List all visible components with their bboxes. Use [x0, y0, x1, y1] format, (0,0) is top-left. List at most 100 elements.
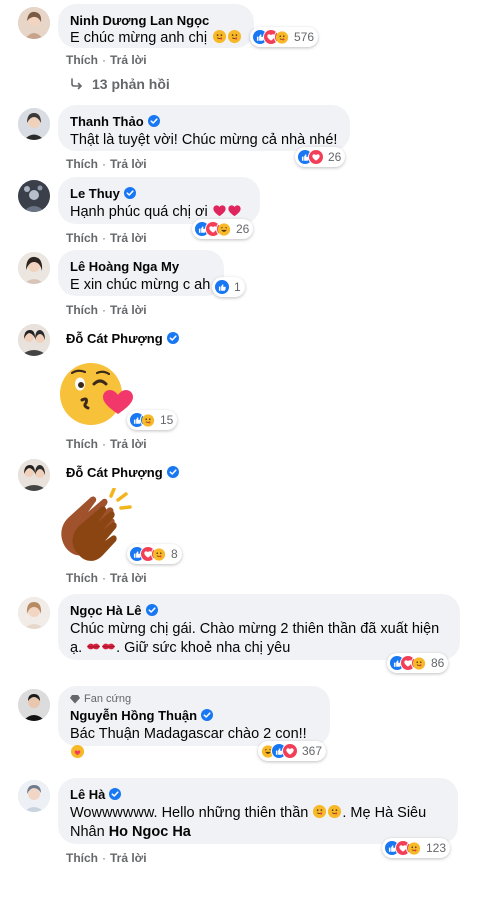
verified-badge-icon	[146, 604, 158, 616]
separator-dot: ·	[102, 851, 106, 865]
verified-badge-icon	[109, 788, 121, 800]
care-icon	[151, 546, 167, 562]
separator-dot: ·	[102, 437, 106, 451]
commenter-name[interactable]: Nguyễn Hồng Thuận	[70, 708, 197, 723]
reply-action[interactable]: Trả lời	[110, 303, 147, 317]
reaction-summary[interactable]: 26	[295, 147, 346, 167]
verified-badge-icon	[167, 332, 179, 344]
reply-action[interactable]: Trả lời	[110, 157, 147, 171]
separator-dot: ·	[102, 231, 106, 245]
comment-text: E chúc mừng anh chị	[70, 30, 208, 46]
like-action[interactable]: Thích	[66, 571, 98, 585]
reply-action[interactable]: Trả lời	[110, 437, 147, 451]
avatar[interactable]	[18, 180, 50, 212]
replies-count[interactable]: 13 phản hồi	[92, 76, 170, 92]
avatar[interactable]	[18, 597, 50, 629]
like-action[interactable]: Thích	[66, 231, 98, 245]
reaction-summary[interactable]: 367	[258, 741, 327, 761]
commenter-name[interactable]: Ninh Dương Lan Ngọc	[70, 13, 209, 28]
comment-bubble: Le Thuy Hạnh phúc quá chị ơi	[58, 177, 260, 224]
comment-text: Bác Thuận Madagascar chào 2 con!!	[70, 726, 307, 742]
verified-badge-icon	[124, 187, 136, 199]
comment-text: Nhân	[70, 824, 105, 840]
avatar[interactable]	[18, 324, 50, 356]
smiling-hearts-emoji	[327, 804, 342, 819]
comment-bubble: Lê Hoàng Nga My E xin chúc mừng c ah	[58, 250, 224, 296]
care-icon	[274, 29, 290, 45]
comment-text: E xin chúc mừng c ah	[70, 277, 211, 293]
reaction-count: 367	[302, 744, 323, 758]
separator-dot: ·	[102, 157, 106, 171]
commenter-name[interactable]: Thanh Thảo	[70, 114, 144, 129]
clapping-hands-emoji	[61, 488, 132, 561]
commenter-name[interactable]: Ngọc Hà Lê	[70, 603, 142, 618]
care-icon	[406, 840, 422, 856]
reaction-count: 15	[160, 413, 174, 427]
avatar[interactable]	[18, 689, 50, 721]
reaction-summary[interactable]: 123	[382, 838, 451, 858]
avatar[interactable]	[18, 459, 50, 491]
reaction-count: 8	[171, 547, 178, 561]
reaction-summary[interactable]: 15	[127, 410, 178, 430]
diamond-icon	[70, 695, 80, 704]
avatar[interactable]	[18, 7, 50, 39]
like-icon	[214, 279, 230, 295]
care-icon	[411, 655, 427, 671]
comment-bubble: Ninh Dương Lan Ngọc E chúc mừng anh chị	[58, 4, 254, 48]
reply-arrow-icon	[71, 78, 83, 90]
avatar[interactable]	[18, 108, 50, 140]
comment-text: Chúc mừng chị gái. Chào mừng 2 thiên thầ…	[70, 621, 440, 637]
commenter-name[interactable]: Đỗ Cát Phượng	[66, 465, 163, 480]
comment-text: . Giữ sức khoẻ nha chị yêu	[116, 640, 291, 656]
fan-badge: Fan cứng	[84, 693, 132, 705]
avatar[interactable]	[18, 252, 50, 284]
mention-link[interactable]: Ho Ngoc Ha	[109, 824, 191, 840]
verified-badge-icon	[148, 115, 160, 127]
view-replies-link[interactable]: 13 phản hồi	[70, 76, 170, 92]
like-action[interactable]: Thích	[66, 53, 98, 67]
comment-text: . Mẹ Hà Siêu	[342, 805, 427, 821]
reply-action[interactable]: Trả lời	[110, 53, 147, 67]
comment-bubble: Ngọc Hà Lê Chúc mừng chị gái. Chào mừng …	[58, 594, 460, 660]
commenter-name[interactable]: Lê Hà	[70, 787, 105, 802]
comment-bubble: Fan cứng Nguyễn Hồng Thuận Bác Thuận Mad…	[58, 686, 330, 746]
red-heart-emoji	[228, 205, 241, 217]
smiling-hearts-emoji	[212, 29, 227, 44]
like-action[interactable]: Thích	[66, 437, 98, 451]
comment-text: Wowwwwww. Hello những thiên thần	[70, 805, 309, 821]
love-icon	[308, 149, 324, 165]
reaction-summary[interactable]: 8	[127, 544, 182, 564]
reaction-count: 86	[431, 656, 445, 670]
reply-action[interactable]: Trả lời	[110, 571, 147, 585]
comment-bubble: Thanh Thảo Thật là tuyệt vời! Chúc mừng …	[58, 105, 350, 151]
reaction-summary[interactable]: 26	[192, 219, 254, 239]
kiss-mark-emoji	[87, 643, 101, 650]
separator-dot: ·	[102, 53, 106, 67]
commenter-name[interactable]: Lê Hoàng Nga My	[70, 259, 179, 274]
separator-dot: ·	[102, 571, 106, 585]
commenter-name[interactable]: Đỗ Cát Phượng	[66, 331, 163, 346]
reaction-count: 123	[426, 841, 447, 855]
comment-bubble: Lê Hà Wowwwwww. Hello những thiên thần .…	[58, 778, 458, 844]
comment-text: Thật là tuyệt vời! Chúc mừng cả nhà nhé!	[70, 132, 338, 148]
reaction-count: 1	[234, 280, 241, 294]
commenter-name[interactable]: Le Thuy	[70, 186, 120, 201]
like-action[interactable]: Thích	[66, 157, 98, 171]
love-icon	[282, 743, 298, 759]
comment-text: ạ.	[70, 640, 83, 656]
like-action[interactable]: Thích	[66, 851, 98, 865]
comment-text: Hạnh phúc quá chị ơi	[70, 204, 208, 220]
like-action[interactable]: Thích	[66, 303, 98, 317]
reply-action[interactable]: Trả lời	[110, 231, 147, 245]
red-heart-emoji	[213, 205, 226, 217]
reaction-summary[interactable]: 576	[250, 27, 319, 47]
reaction-summary[interactable]: 1	[212, 277, 245, 297]
reaction-summary[interactable]: 86	[387, 653, 449, 673]
reply-action[interactable]: Trả lời	[110, 851, 147, 865]
avatar[interactable]	[18, 780, 50, 812]
reaction-count: 26	[328, 150, 342, 164]
smiling-hearts-emoji	[312, 804, 327, 819]
care-icon	[140, 412, 156, 428]
smiling-hearts-emoji	[227, 29, 242, 44]
verified-badge-icon	[167, 466, 179, 478]
